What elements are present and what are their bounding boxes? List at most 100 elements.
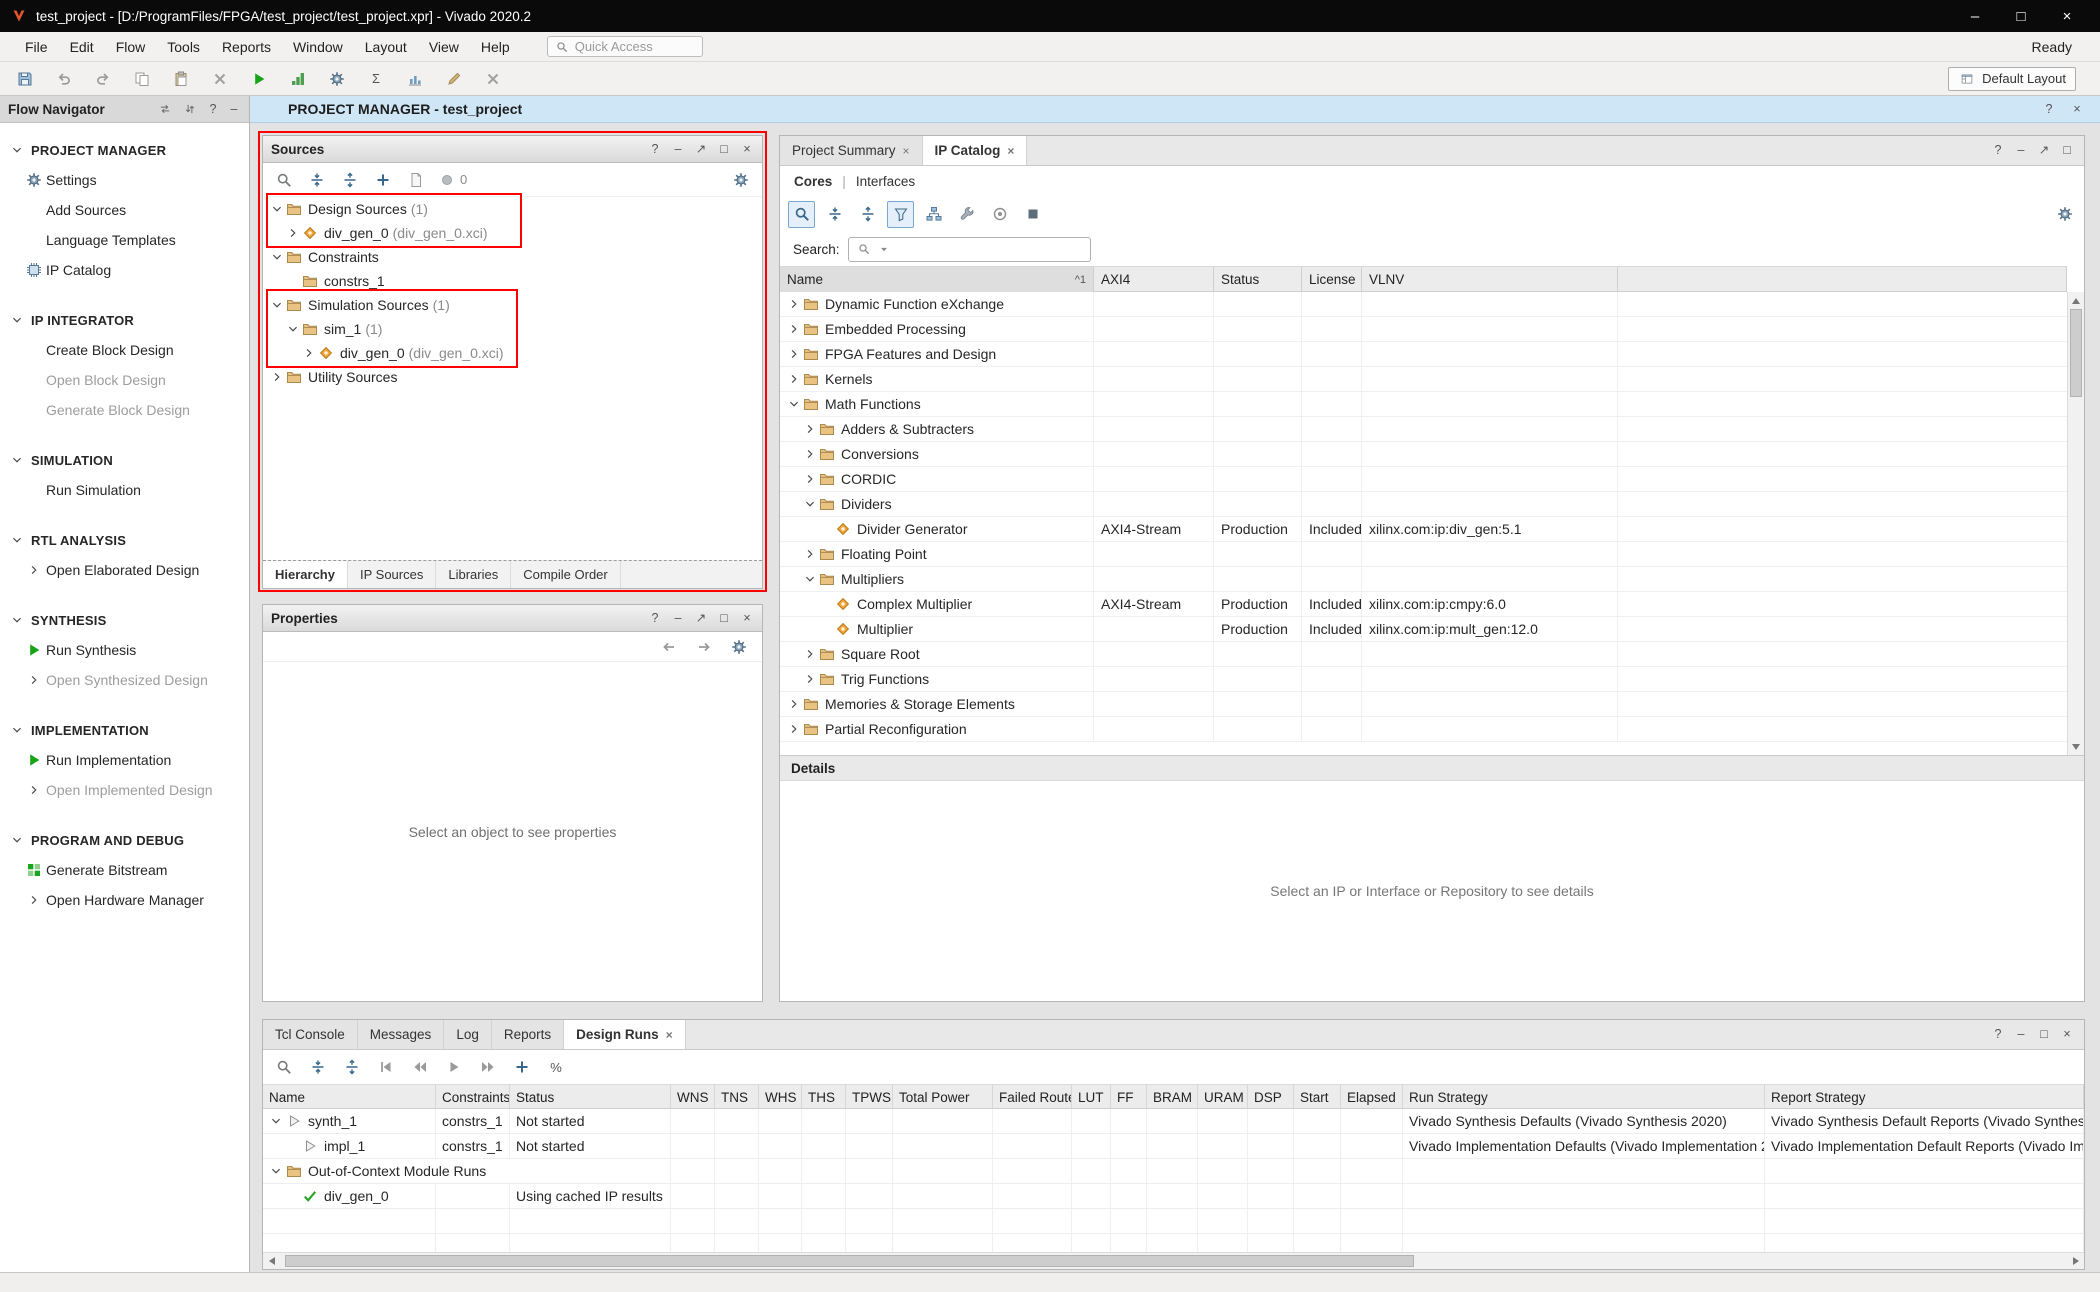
runs-row-impl-1[interactable]: impl_1constrs_1Not startedVivado Impleme… [263,1134,2084,1159]
runs-row-synth-1[interactable]: synth_1constrs_1Not startedVivado Synthe… [263,1109,2084,1134]
chevron-down-icon[interactable] [268,200,286,218]
tab-project-summary[interactable]: Project Summary× [780,136,923,165]
flownav-section-header-implementation[interactable]: IMPLEMENTATION [0,715,249,745]
stop-button[interactable] [1019,201,1046,228]
delete-button[interactable] [209,68,231,90]
catalog-row-complex-multiplier[interactable]: Complex MultiplierAXI4-StreamProductionI… [780,592,2067,617]
section-chevron-down-icon[interactable] [8,831,26,849]
flownav-item-create-block-design[interactable]: Create Block Design [0,335,249,365]
flownav-swap-v-icon[interactable] [181,100,199,118]
column-header-ff[interactable]: FF [1111,1085,1147,1109]
catalog-row-multipliers[interactable]: Multipliers [780,567,2067,592]
menu-file[interactable]: File [14,32,59,62]
flownav-section-header-project-manager[interactable]: PROJECT MANAGER [0,135,249,165]
settings-button[interactable] [728,636,750,658]
chevron-down-icon[interactable] [785,395,803,413]
catalog-vertical-scrollbar[interactable] [2067,292,2084,755]
tab-close-icon[interactable]: × [666,1028,673,1042]
sources-minimize-button[interactable]: – [671,143,685,156]
sources-maximize-button[interactable]: □ [717,143,731,156]
flownav-minimize-icon[interactable]: – [227,103,241,116]
collapse-all-button[interactable] [821,201,848,228]
section-chevron-down-icon[interactable] [8,721,26,739]
properties-help-button[interactable]: ? [648,612,662,625]
tab-tcl-console[interactable]: Tcl Console [263,1020,358,1049]
scroll-thumb[interactable] [2070,309,2082,397]
sources-tab-libraries[interactable]: Libraries [436,561,511,588]
view-interfaces[interactable]: Interfaces [856,174,915,189]
run-steps-button[interactable] [287,68,309,90]
flownav-item-run-simulation[interactable]: Run Simulation [0,475,249,505]
filter-button[interactable] [887,201,914,228]
runs-minimize-button[interactable]: – [2014,1028,2028,1041]
flownav-item-open-synthesized-design[interactable]: Open Synthesized Design [0,665,249,695]
chevron-right-icon[interactable] [801,670,819,688]
percent-button[interactable]: % [545,1056,567,1078]
group-by-button[interactable] [920,201,947,228]
runs-row-div-gen-0[interactable]: div_gen_0Using cached IP results [263,1184,2084,1209]
sources-float-button[interactable]: ↗ [694,143,708,156]
flownav-item-open-implemented-design[interactable]: Open Implemented Design [0,775,249,805]
flownav-item-run-implementation[interactable]: Run Implementation [0,745,249,775]
properties-maximize-button[interactable]: □ [717,612,731,625]
runs-maximize-button[interactable]: □ [2037,1028,2051,1041]
column-header-license[interactable]: License [1302,267,1362,292]
target-button[interactable] [986,201,1013,228]
rewind-button[interactable] [409,1056,431,1078]
column-header-status[interactable]: Status [510,1085,671,1109]
back-button[interactable] [658,636,680,658]
column-header-axi4[interactable]: AXI4 [1094,267,1214,292]
flownav-section-header-rtl-analysis[interactable]: RTL ANALYSIS [0,525,249,555]
tree-row-constraints[interactable]: Constraints [263,245,762,269]
chevron-right-icon[interactable] [801,645,819,663]
menu-tools[interactable]: Tools [156,32,211,62]
menu-view[interactable]: View [418,32,470,62]
context-close-icon[interactable]: × [2070,103,2084,116]
catalog-row-embedded-processing[interactable]: Embedded Processing [780,317,2067,342]
minimize-button[interactable]: – [1952,0,1998,32]
flownav-item-open-hardware-manager[interactable]: Open Hardware Manager [0,885,249,915]
scroll-right-arrow[interactable] [2067,1253,2084,1269]
sources-settings-button[interactable] [730,169,752,191]
tab-log[interactable]: Log [444,1020,492,1049]
catalog-settings-button[interactable] [2054,203,2076,225]
column-header-whs[interactable]: WHS [759,1085,802,1109]
column-header-failed-routes[interactable]: Failed Routes [993,1085,1072,1109]
properties-close-button[interactable]: × [740,612,754,625]
chevron-right-icon[interactable] [785,695,803,713]
catalog-help-button[interactable]: ? [1991,144,2005,157]
chevron-right-icon[interactable] [268,368,286,386]
menu-flow[interactable]: Flow [105,32,157,62]
catalog-row-divider-generator[interactable]: Divider GeneratorAXI4-StreamProductionIn… [780,517,2067,542]
flownav-item-open-elaborated-design[interactable]: Open Elaborated Design [0,555,249,585]
column-header-run-strategy[interactable]: Run Strategy [1403,1085,1765,1109]
section-chevron-down-icon[interactable] [8,141,26,159]
catalog-row-floating-point[interactable]: Floating Point [780,542,2067,567]
catalog-row-dynamic-function-exchange[interactable]: Dynamic Function eXchange [780,292,2067,317]
edit-button[interactable] [443,68,465,90]
flownav-swap-h-icon[interactable] [156,100,174,118]
column-header-tpws[interactable]: TPWS [846,1085,893,1109]
catalog-search-input[interactable] [848,237,1091,262]
fast-forward-button[interactable] [477,1056,499,1078]
column-header-report-strategy[interactable]: Report Strategy [1765,1085,2084,1109]
chevron-right-icon[interactable] [801,470,819,488]
menu-layout[interactable]: Layout [354,32,418,62]
properties-panel-header[interactable]: Properties ?–↗□× [263,605,762,632]
play-button[interactable] [443,1056,465,1078]
chevron-down-icon[interactable] [268,296,286,314]
paste-button[interactable] [170,68,192,90]
catalog-row-fpga-features-and-design[interactable]: FPGA Features and Design [780,342,2067,367]
column-header-name[interactable]: Name^1 [780,267,1094,292]
column-header-uram[interactable]: URAM [1198,1085,1248,1109]
catalog-row-square-root[interactable]: Square Root [780,642,2067,667]
undo-button[interactable] [53,68,75,90]
flownav-item-settings[interactable]: Settings [0,165,249,195]
catalog-float-button[interactable]: ↗ [2037,144,2051,157]
sources-panel-header[interactable]: Sources ?–↗□× [263,136,762,163]
flownav-section-header-synthesis[interactable]: SYNTHESIS [0,605,249,635]
runs-horizontal-scrollbar[interactable] [263,1252,2084,1269]
close-button[interactable]: × [2044,0,2090,32]
menu-reports[interactable]: Reports [211,32,282,62]
section-chevron-down-icon[interactable] [8,531,26,549]
